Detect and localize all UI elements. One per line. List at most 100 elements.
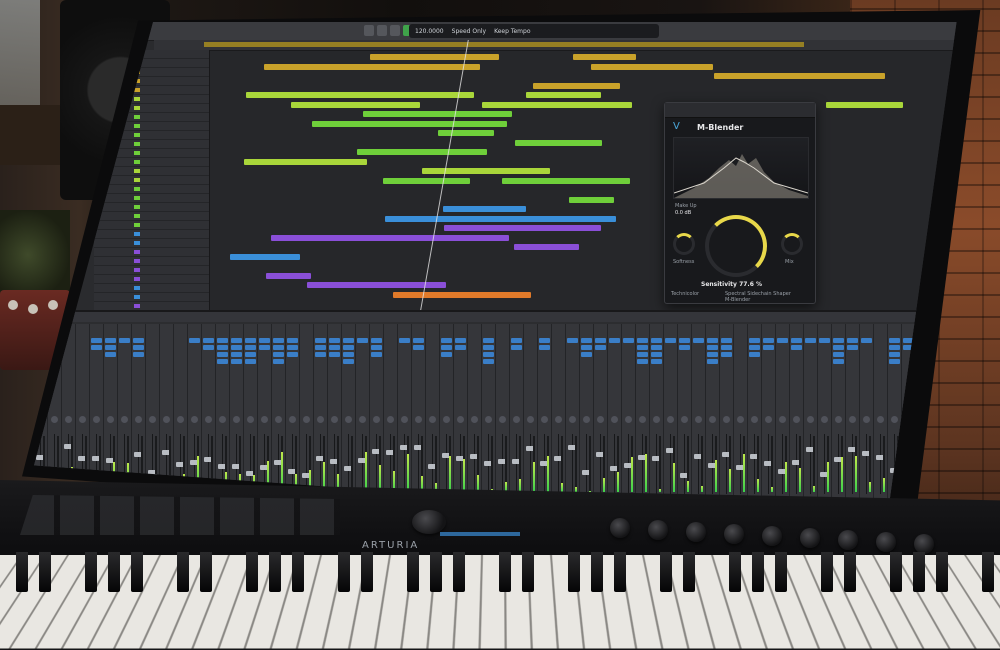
insert-slot[interactable]	[805, 338, 816, 343]
insert-slot[interactable]	[371, 352, 382, 357]
pan-knob[interactable]	[681, 416, 688, 423]
insert-slot[interactable]	[133, 345, 144, 350]
black-key[interactable]	[131, 552, 143, 592]
insert-slot[interactable]	[217, 338, 228, 343]
insert-slot[interactable]	[581, 352, 592, 357]
pan-knob[interactable]	[261, 416, 268, 423]
insert-slot[interactable]	[343, 338, 354, 343]
region[interactable]	[264, 64, 480, 70]
track-header[interactable]	[94, 239, 209, 248]
pan-knob[interactable]	[303, 416, 310, 423]
insert-slot[interactable]	[539, 345, 550, 350]
insert-slot[interactable]	[357, 338, 368, 343]
region[interactable]	[526, 92, 601, 98]
pan-knob[interactable]	[79, 416, 86, 423]
forward-button[interactable]	[377, 25, 387, 36]
insert-slot[interactable]	[329, 352, 340, 357]
black-key[interactable]	[821, 552, 833, 592]
pan-knob[interactable]	[555, 416, 562, 423]
region[interactable]	[363, 111, 512, 117]
rewind-button[interactable]	[364, 25, 374, 36]
region[interactable]	[515, 140, 602, 146]
pan-knob[interactable]	[639, 416, 646, 423]
insert-slot[interactable]	[231, 345, 242, 350]
channel-strip[interactable]	[832, 324, 846, 524]
insert-slot[interactable]	[273, 359, 284, 364]
encoder-knob[interactable]	[610, 518, 630, 538]
region[interactable]	[591, 64, 713, 70]
insert-slot[interactable]	[637, 359, 648, 364]
insert-slot[interactable]	[581, 338, 592, 343]
region[interactable]	[271, 235, 509, 241]
insert-slot[interactable]	[315, 345, 326, 350]
insert-slot[interactable]	[749, 345, 760, 350]
track-header[interactable]	[94, 257, 209, 266]
pan-knob[interactable]	[275, 416, 282, 423]
insert-slot[interactable]	[651, 338, 662, 343]
pan-knob[interactable]	[835, 416, 842, 423]
insert-slot[interactable]	[679, 338, 690, 343]
insert-slot[interactable]	[245, 359, 256, 364]
insert-slot[interactable]	[287, 352, 298, 357]
region[interactable]	[393, 292, 531, 298]
pan-knob[interactable]	[891, 416, 898, 423]
insert-slot[interactable]	[105, 338, 116, 343]
insert-slot[interactable]	[203, 345, 214, 350]
pan-knob[interactable]	[289, 416, 296, 423]
region[interactable]	[438, 130, 494, 136]
region[interactable]	[385, 216, 616, 222]
track-header[interactable]	[94, 230, 209, 239]
insert-slot[interactable]	[259, 345, 270, 350]
insert-slot[interactable]	[245, 338, 256, 343]
pan-knob[interactable]	[317, 416, 324, 423]
insert-slot[interactable]	[343, 345, 354, 350]
insert-slot[interactable]	[595, 338, 606, 343]
insert-slot[interactable]	[455, 338, 466, 343]
insert-slot[interactable]	[847, 338, 858, 343]
insert-slot[interactable]	[287, 338, 298, 343]
pan-knob[interactable]	[107, 416, 114, 423]
insert-slot[interactable]	[707, 359, 718, 364]
black-key[interactable]	[108, 552, 120, 592]
region[interactable]	[357, 149, 487, 155]
black-key[interactable]	[614, 552, 626, 592]
region[interactable]	[443, 206, 526, 212]
region[interactable]	[422, 168, 550, 174]
pan-knob[interactable]	[205, 416, 212, 423]
insert-slot[interactable]	[483, 359, 494, 364]
pan-knob[interactable]	[93, 416, 100, 423]
black-key[interactable]	[752, 552, 764, 592]
pan-knob[interactable]	[219, 416, 226, 423]
pan-knob[interactable]	[121, 416, 128, 423]
black-key[interactable]	[660, 552, 672, 592]
black-key[interactable]	[16, 552, 28, 592]
pan-knob[interactable]	[471, 416, 478, 423]
insert-slot[interactable]	[595, 345, 606, 350]
track-header[interactable]	[94, 185, 209, 194]
insert-slot[interactable]	[441, 338, 452, 343]
region[interactable]	[370, 54, 499, 60]
track-header[interactable]	[94, 203, 209, 212]
pan-knob[interactable]	[737, 416, 744, 423]
pan-knob[interactable]	[695, 416, 702, 423]
pan-knob[interactable]	[807, 416, 814, 423]
region[interactable]	[714, 73, 885, 79]
black-key[interactable]	[591, 552, 603, 592]
insert-slot[interactable]	[721, 338, 732, 343]
pan-knob[interactable]	[499, 416, 506, 423]
black-key[interactable]	[729, 552, 741, 592]
channel-strip[interactable]	[762, 324, 776, 524]
insert-slot[interactable]	[399, 338, 410, 343]
insert-slot[interactable]	[609, 338, 620, 343]
insert-slot[interactable]	[105, 345, 116, 350]
pan-knob[interactable]	[779, 416, 786, 423]
pan-knob[interactable]	[345, 416, 352, 423]
insert-slot[interactable]	[217, 352, 228, 357]
insert-slot[interactable]	[707, 352, 718, 357]
insert-slot[interactable]	[889, 338, 900, 343]
black-key[interactable]	[890, 552, 902, 592]
encoder-knob[interactable]	[686, 522, 706, 542]
softness-knob[interactable]	[673, 233, 695, 255]
insert-slot[interactable]	[511, 338, 522, 343]
encoder-knob[interactable]	[876, 532, 896, 552]
